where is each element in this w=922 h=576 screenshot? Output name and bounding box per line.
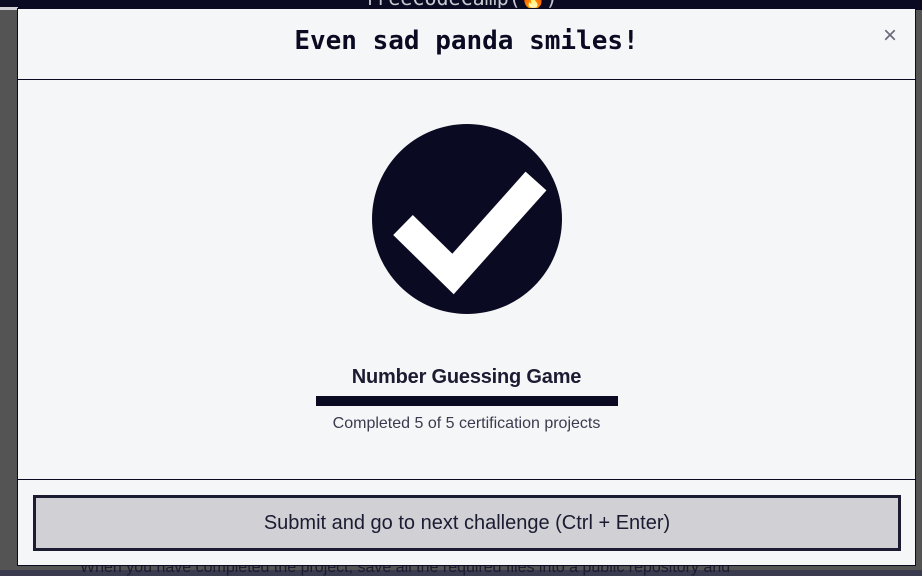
modal-header: Even sad panda smiles! × [18,9,915,80]
close-button[interactable]: × [879,23,901,49]
project-title: Number Guessing Game [351,366,582,388]
certification-progress-bar [316,396,618,406]
check-circle-icon [372,124,562,314]
completion-modal: Even sad panda smiles! × Number Guessing… [17,8,916,566]
modal-title: Even sad panda smiles! [294,26,639,56]
certification-progress-fill [316,396,618,406]
submit-next-challenge-button[interactable]: Submit and go to next challenge (Ctrl + … [33,495,901,551]
modal-footer-divider [18,479,915,480]
background-site-title: freeCodeCamp(🔥) [0,0,922,8]
progress-text: Completed 5 of 5 certification projects [332,415,601,432]
